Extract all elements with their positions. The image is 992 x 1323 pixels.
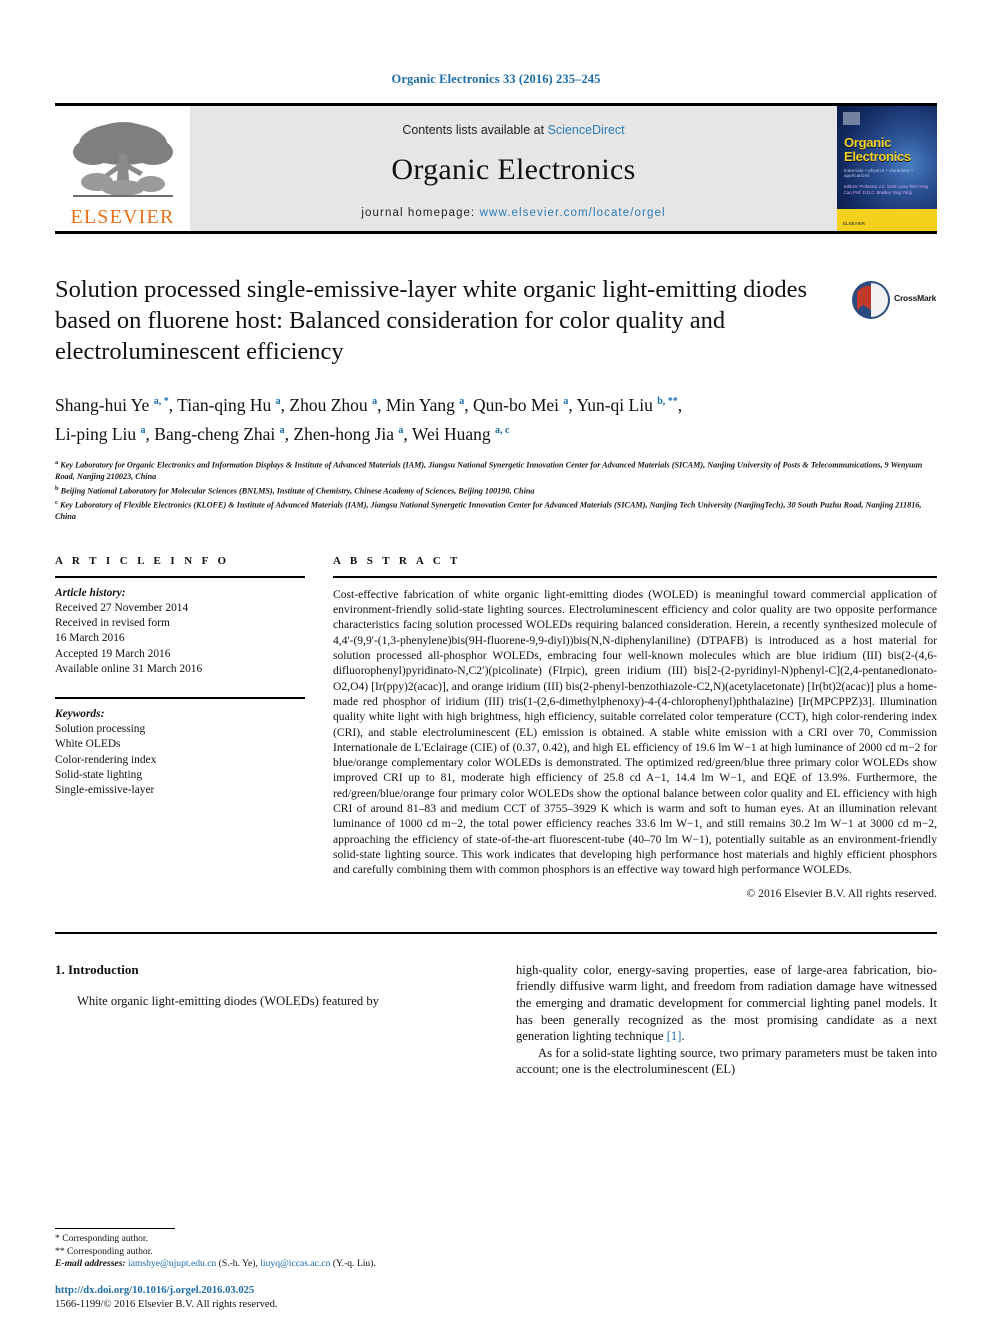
- abstract-text: Cost-effective fabrication of white orga…: [333, 587, 937, 902]
- affiliation-c: c Key Laboratory of Flexible Electronics…: [55, 498, 922, 522]
- intro-paragraph-right-2: As for a solid-state lighting source, tw…: [516, 1045, 937, 1077]
- cover-bottom-logo: ELSEVIER: [843, 220, 866, 226]
- body-columns: 1. Introduction White organic light-emit…: [55, 962, 937, 1078]
- abstract-paragraph: Cost-effective fabrication of white orga…: [333, 587, 937, 877]
- journal-masthead: ELSEVIER Contents lists available at Sci…: [55, 103, 937, 231]
- homepage-prefix: journal homepage:: [361, 206, 476, 219]
- crossmark-badge[interactable]: CrossMark: [851, 274, 937, 367]
- title-block: Solution processed single-emissive-layer…: [55, 274, 937, 367]
- keyword-item: White OLEDs: [55, 738, 121, 751]
- running-head: Organic Electronics 33 (2016) 235–245: [391, 72, 601, 86]
- citation-link-1[interactable]: [1]: [667, 1029, 682, 1043]
- keyword-item: Solution processing: [55, 723, 146, 736]
- journal-title: Organic Electronics: [391, 152, 636, 186]
- corresponding-author-2: ** Corresponding author.: [55, 1245, 153, 1257]
- intro-right-text: high-quality color, energy-saving proper…: [516, 962, 937, 1044]
- cover-editors: Editors: Professor J.C. Scott Luisa Tors…: [844, 184, 929, 195]
- keywords-label: Keywords:: [55, 708, 105, 721]
- email-label: E-mail addresses:: [55, 1258, 126, 1270]
- contents-line: Contents lists available at ScienceDirec…: [402, 123, 624, 137]
- corresponding-author-1: * Corresponding author.: [55, 1233, 148, 1245]
- doi-block: http://dx.doi.org/10.1016/j.orgel.2016.0…: [55, 1284, 485, 1311]
- doi-link[interactable]: http://dx.doi.org/10.1016/j.orgel.2016.0…: [55, 1284, 485, 1298]
- article-info-rule: [55, 575, 305, 578]
- abstract-rule: [333, 575, 937, 578]
- history-item: Accepted 19 March 2016: [55, 647, 171, 660]
- contents-prefix: Contents lists available at: [402, 122, 545, 137]
- cover-subtitle: materials • physics • chemistry • applic…: [844, 168, 913, 178]
- intro-paragraph-left: White organic light-emitting diodes (WOL…: [77, 993, 379, 1008]
- email-link-2[interactable]: liuyq@iccas.ac.cn: [260, 1258, 330, 1269]
- paper-page: Organic Electronics 33 (2016) 235–245 EL…: [0, 0, 992, 1323]
- footnote-block: * Corresponding author. ** Corresponding…: [55, 1228, 475, 1271]
- cover-title-line1: Organic: [844, 135, 892, 150]
- section-divider-rule: [55, 931, 937, 934]
- abstract-heading: A B S T R A C T: [333, 554, 461, 567]
- history-item: Received in revised form: [55, 617, 170, 630]
- intro-right-text-end: .: [681, 1029, 685, 1044]
- author-list: Shang-hui Ye a, *, Tian-qing Hu a, Zhou …: [55, 389, 937, 447]
- abstract-copyright: © 2016 Elsevier B.V. All rights reserved…: [746, 887, 937, 901]
- journal-homepage-line: journal homepage: www.elsevier.com/locat…: [361, 207, 665, 219]
- affiliation-b: b Beijing National Laboratory for Molecu…: [55, 484, 535, 496]
- keyword-item: Single-emissive-layer: [55, 784, 155, 797]
- homepage-link[interactable]: www.elsevier.com/locate/orgel: [480, 207, 666, 219]
- cover-title: Organic Electronics: [844, 136, 911, 164]
- history-item: Available online 31 March 2016: [55, 662, 203, 675]
- history-item: 16 March 2016: [55, 632, 125, 645]
- masthead-bottom-rule: [55, 231, 937, 234]
- email-owner-2: (Y.-q. Liu).: [332, 1258, 376, 1270]
- crossmark-label: CrossMark: [894, 293, 937, 303]
- cover-title-line2: Electronics: [844, 149, 911, 164]
- abstract-column: A B S T R A C T Cost-effective fabricati…: [333, 555, 937, 902]
- elsevier-tree-icon: [67, 118, 179, 206]
- affiliation-a: a Key Laboratory for Organic Electronics…: [55, 458, 923, 481]
- elsevier-wordmark: ELSEVIER: [70, 206, 175, 228]
- body-column-left: 1. Introduction White organic light-emit…: [55, 962, 476, 1078]
- author-line-1: Shang-hui Ye a, *, Tian-qing Hu a, Zhou …: [55, 394, 683, 415]
- keywords-block: Keywords: Solution processing White OLED…: [55, 697, 305, 798]
- article-info-column: A R T I C L E I N F O Article history: R…: [55, 555, 305, 902]
- email-addresses-line: E-mail addresses: iamshye@njupt.edu.cn (…: [55, 1258, 475, 1271]
- keywords-rule: [55, 697, 305, 700]
- sciencedirect-link[interactable]: ScienceDirect: [548, 123, 625, 137]
- issn-copyright: 1566-1199/© 2016 Elsevier B.V. All right…: [55, 1298, 278, 1310]
- elsevier-logo: ELSEVIER: [55, 106, 190, 231]
- body-column-right: high-quality color, energy-saving proper…: [516, 962, 937, 1078]
- email-link-1[interactable]: iamshye@njupt.edu.cn: [128, 1258, 216, 1269]
- section-title-introduction: 1. Introduction: [55, 961, 139, 977]
- author-line-2: Li-ping Liu a, Bang-cheng Zhai a, Zhen-h…: [55, 423, 510, 444]
- article-history-label: Article history:: [55, 586, 126, 599]
- article-history: Article history: Received 27 November 20…: [55, 586, 305, 677]
- keyword-item: Solid-state lighting: [55, 768, 143, 781]
- journal-band: Contents lists available at ScienceDirec…: [190, 106, 837, 231]
- footnote-rule: [55, 1228, 175, 1230]
- article-info-heading: A R T I C L E I N F O: [55, 554, 230, 567]
- email-owner-1: (S.-h. Ye),: [218, 1258, 258, 1270]
- crossmark-icon: [851, 280, 891, 320]
- cover-publisher-mark: [843, 112, 860, 125]
- affiliation-list: a Key Laboratory for Organic Electronics…: [55, 457, 937, 523]
- history-item: Received 27 November 2014: [55, 602, 189, 615]
- page-title: Solution processed single-emissive-layer…: [55, 276, 808, 365]
- intro-paragraph-right-1: high-quality color, energy-saving proper…: [516, 962, 937, 1045]
- info-abstract-row: A R T I C L E I N F O Article history: R…: [55, 555, 937, 902]
- keyword-item: Color-rendering index: [55, 753, 157, 766]
- journal-cover-thumbnail: Organic Electronics materials • physics …: [837, 106, 937, 231]
